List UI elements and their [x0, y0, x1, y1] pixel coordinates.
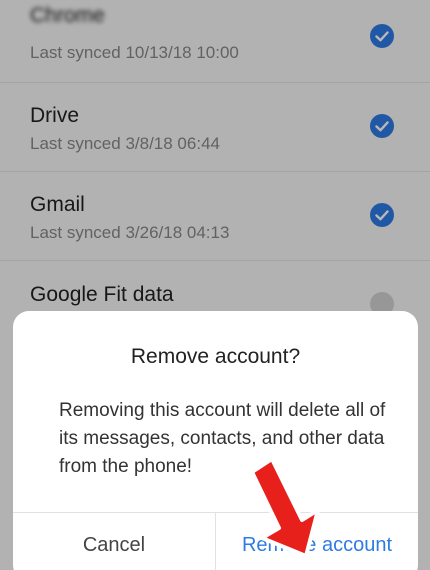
cancel-button[interactable]: Cancel: [13, 512, 215, 570]
dialog-message: Removing this account will delete all of…: [59, 400, 386, 477]
dialog-title: Remove account?: [130, 345, 301, 368]
remove-account-button[interactable]: Remove account: [216, 512, 418, 570]
remove-account-dialog: Remove account? Removing this account wi…: [13, 311, 418, 570]
